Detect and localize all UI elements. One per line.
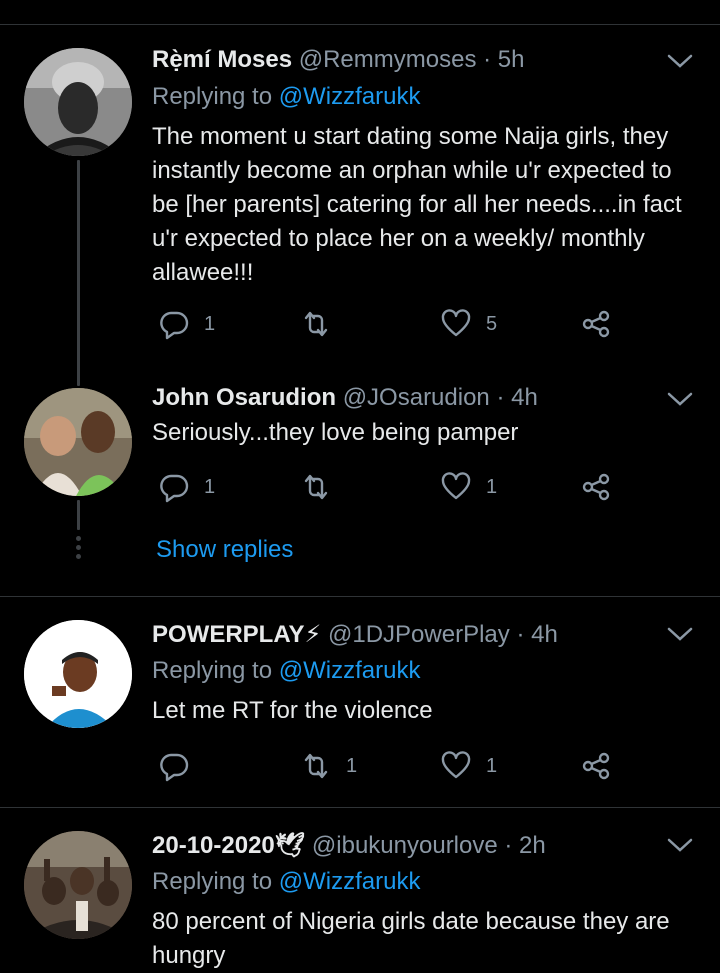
chevron-down-icon[interactable]	[666, 390, 694, 408]
like-count: 1	[486, 475, 498, 498]
author-name[interactable]: 20-10-2020🕊	[152, 832, 305, 859]
retweet-button[interactable]: 1	[300, 749, 357, 783]
avatar[interactable]	[24, 620, 132, 728]
thread-line	[77, 160, 80, 386]
reply-icon	[160, 474, 189, 503]
timestamp[interactable]: · 2h	[504, 832, 545, 859]
thread-dots	[76, 536, 81, 563]
reply-button[interactable]: 1	[158, 470, 215, 504]
heart-icon	[441, 472, 471, 500]
author-handle[interactable]: @ibukunyourlove	[312, 832, 498, 859]
reply-icon	[160, 753, 189, 782]
author-name[interactable]: Rẹ̀mí Moses	[152, 46, 292, 73]
mention-link[interactable]: @Wizzfarukk	[279, 868, 421, 895]
share-button[interactable]	[580, 749, 612, 783]
retweet-button[interactable]	[300, 470, 346, 504]
like-count: 1	[486, 754, 498, 777]
divider	[0, 596, 720, 597]
top-divider	[0, 24, 720, 25]
tweet-text: Seriously...they love being pamper	[152, 419, 519, 446]
reply-count: 1	[204, 312, 216, 335]
like-button[interactable]: 1	[440, 470, 497, 504]
avatar[interactable]	[24, 48, 132, 156]
avatar-photo-icon	[24, 48, 132, 156]
replying-to: Replying to @Wizzfarukk	[152, 83, 421, 110]
avatar-photo-icon	[24, 388, 132, 496]
author-name[interactable]: John Osarudion	[152, 384, 336, 411]
reply-button[interactable]: 1	[158, 307, 215, 341]
like-button[interactable]: 5	[440, 307, 497, 341]
chevron-down-icon[interactable]	[666, 625, 694, 643]
like-count: 5	[486, 312, 498, 335]
replying-to: Replying to @Wizzfarukk	[152, 657, 421, 684]
retweet-button[interactable]	[300, 307, 346, 341]
chevron-down-icon[interactable]	[666, 836, 694, 854]
author-handle[interactable]: @Remmymoses	[299, 46, 477, 73]
reply-button[interactable]	[158, 749, 204, 783]
share-button[interactable]	[580, 307, 612, 341]
share-icon	[582, 752, 610, 780]
mention-link[interactable]: @Wizzfarukk	[279, 83, 421, 110]
show-replies-link[interactable]: Show replies	[156, 533, 293, 567]
avatar[interactable]	[24, 831, 132, 939]
author-handle[interactable]: @JOsarudion	[343, 384, 490, 411]
reply-icon	[160, 311, 189, 340]
tweet-text: 80 percent of Nigeria girls date because…	[152, 908, 670, 969]
mention-link[interactable]: @Wizzfarukk	[279, 657, 421, 684]
author-handle[interactable]: @1DJPowerPlay	[328, 621, 510, 648]
share-button[interactable]	[580, 470, 612, 504]
retweet-count: 1	[346, 754, 358, 777]
retweet-icon	[304, 311, 328, 337]
avatar[interactable]	[24, 388, 132, 496]
divider	[0, 807, 720, 808]
timestamp[interactable]: · 4h	[516, 621, 557, 648]
heart-icon	[441, 309, 471, 337]
retweet-icon	[304, 474, 328, 500]
replying-to: Replying to @Wizzfarukk	[152, 868, 421, 895]
like-button[interactable]: 1	[440, 749, 497, 783]
retweet-icon	[304, 753, 328, 779]
tweet-text: Let me RT for the violence	[152, 697, 433, 724]
reply-count: 1	[204, 475, 216, 498]
timestamp[interactable]: · 5h	[483, 46, 524, 73]
avatar-photo-icon	[24, 620, 132, 728]
chevron-down-icon[interactable]	[666, 52, 694, 70]
heart-icon	[441, 751, 471, 779]
tweet-text: The moment u start dating some Naija gir…	[152, 123, 682, 286]
avatar-photo-icon	[24, 831, 132, 939]
share-icon	[582, 310, 610, 338]
thread-line	[77, 500, 80, 530]
timestamp[interactable]: · 4h	[496, 384, 537, 411]
share-icon	[582, 473, 610, 501]
author-name[interactable]: POWERPLAY⚡	[152, 621, 321, 648]
